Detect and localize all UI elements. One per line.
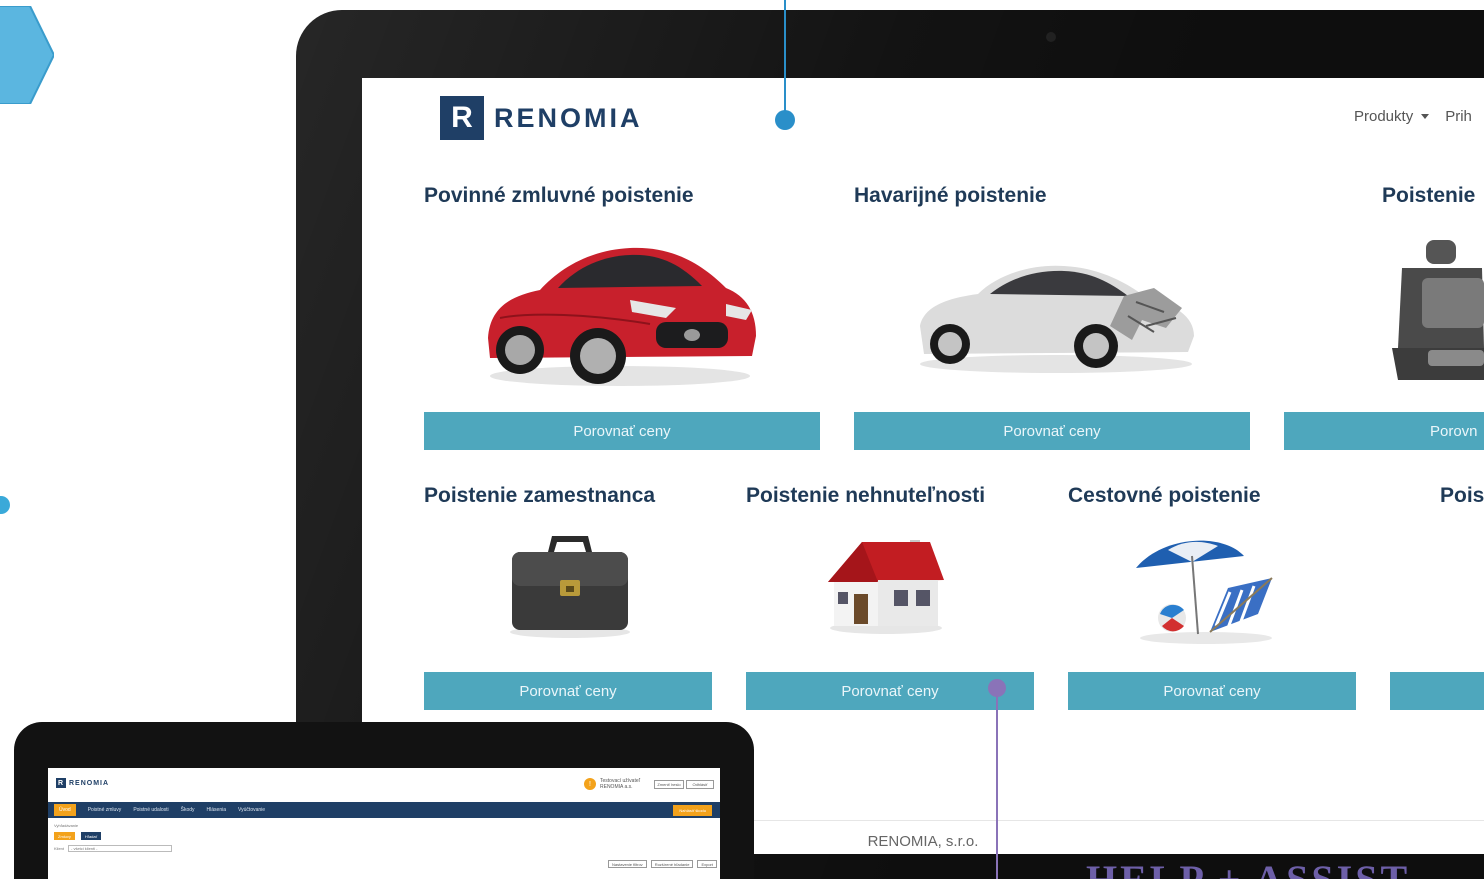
mini-action-button[interactable]: Rozšírené hľadanie xyxy=(650,860,694,868)
card-title-cutoff: Pois xyxy=(1440,484,1484,507)
compare-prices-button[interactable]: Porovnať ceny xyxy=(854,412,1250,450)
mini-renomia-logo[interactable]: R RENOMIA xyxy=(56,778,109,788)
mini-nav-item[interactable]: Úvod xyxy=(54,804,76,816)
laptop-screen: R RENOMIA ! Testovací užívateľ RENOMIA a… xyxy=(48,768,720,879)
car-seats-icon xyxy=(1392,240,1484,380)
card-title-seats: Poistenie xyxy=(1382,184,1476,207)
mini-nav-item[interactable]: Poistné udalosti xyxy=(133,807,168,813)
logo-text: RENOMIA xyxy=(494,102,643,133)
mini-action-buttons: Nastavenie filtrov Rozšírené hľadanie Ex… xyxy=(604,860,717,868)
mini-contracts-chip[interactable]: Zmluvy xyxy=(54,832,75,840)
mini-action-button[interactable]: Nastavenie filtrov xyxy=(608,860,647,868)
compare-prices-button[interactable]: Porovnať ceny xyxy=(424,412,820,450)
card-title-employee: Poistenie zamestnanca xyxy=(424,484,656,507)
mini-nav-item[interactable]: Škody xyxy=(181,807,195,813)
nav-products[interactable]: Produkty xyxy=(1354,108,1413,125)
camera-icon xyxy=(1046,32,1056,42)
card-title-travel: Cestovné poistenie xyxy=(1068,484,1261,507)
house-icon xyxy=(828,540,944,634)
renomia-logo[interactable]: R RENOMIA xyxy=(440,96,643,140)
mini-select-label: Klient xyxy=(54,846,65,851)
hexagon-badge-icon xyxy=(0,6,54,104)
mini-report-claim-button[interactable]: Nahlásiť škodu xyxy=(673,805,712,816)
user-avatar-icon: ! xyxy=(584,778,596,790)
annotation-line-purple xyxy=(996,688,998,879)
logo-mark-icon: R xyxy=(440,96,484,140)
mini-nav-item[interactable]: Vyúčtovanie xyxy=(238,807,265,813)
mini-logo-text: RENOMIA xyxy=(69,779,110,787)
top-nav: Produkty Prih xyxy=(1354,108,1472,125)
pin-dot-left xyxy=(0,496,10,514)
mini-logout-button[interactable]: Odhlásiť xyxy=(686,780,714,789)
mini-nav-item[interactable]: Poistné zmluvy xyxy=(88,807,122,813)
card-title-property: Poistenie nehnuteľnosti xyxy=(746,484,986,507)
nav-login[interactable]: Prih xyxy=(1445,108,1472,125)
mini-logo-mark-icon: R xyxy=(56,778,66,788)
crashed-car-icon xyxy=(920,265,1194,373)
compare-prices-button[interactable]: Porovnať ceny xyxy=(1068,672,1356,710)
help-assist-heading: HELP + ASSIST xyxy=(1086,856,1410,879)
compare-prices-button[interactable]: Porovn xyxy=(1284,412,1484,450)
mini-client-select[interactable]: - všetci klienti - xyxy=(68,845,173,852)
mini-nav-item[interactable]: Hlásenia xyxy=(207,807,226,813)
mini-change-password-button[interactable]: Zmeniť heslo xyxy=(654,780,684,789)
mini-user-info: ! Testovací užívateľ RENOMIA a.s. xyxy=(584,778,644,790)
mini-nav-bar: Úvod Poistné zmluvy Poistné udalosti Ško… xyxy=(48,802,720,818)
mini-user-company: RENOMIA a.s. xyxy=(600,784,633,790)
mini-action-button[interactable]: Export xyxy=(697,860,717,868)
briefcase-icon xyxy=(510,536,630,638)
red-car-icon xyxy=(488,247,756,386)
mini-search-chip[interactable]: Hľadať xyxy=(80,832,102,840)
card-title-mandatory: Povinné zmluvné poistenie xyxy=(424,184,694,207)
beach-umbrella-icon xyxy=(1136,540,1273,644)
caret-down-icon[interactable] xyxy=(1421,114,1430,119)
annotation-dot-purple xyxy=(988,679,1006,697)
annotation-line-blue xyxy=(784,0,786,118)
compare-prices-button-cutoff[interactable] xyxy=(1390,672,1484,710)
mini-filters-label: Vyhľadávanie xyxy=(54,823,79,828)
compare-prices-button[interactable]: Porovnať ceny xyxy=(424,672,712,710)
card-title-collision: Havarijné poistenie xyxy=(854,184,1047,207)
annotation-dot-blue xyxy=(775,110,795,130)
